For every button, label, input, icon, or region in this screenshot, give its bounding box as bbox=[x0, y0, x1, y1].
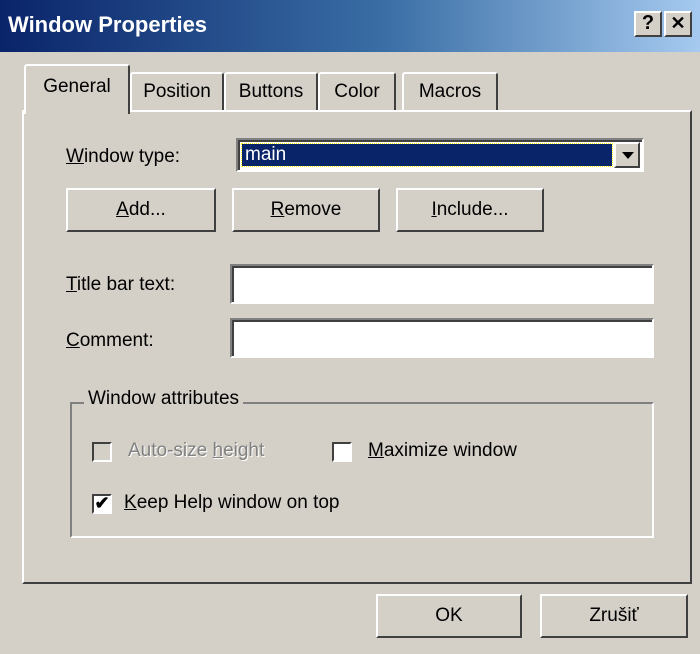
remove-button[interactable]: Remove bbox=[232, 188, 380, 232]
maximize-window-label: Maximize window bbox=[368, 440, 517, 461]
add-button[interactable]: Add... bbox=[66, 188, 216, 232]
include-button[interactable]: Include... bbox=[396, 188, 544, 232]
auto-size-height-checkbox[interactable] bbox=[92, 442, 112, 462]
chevron-down-icon[interactable] bbox=[614, 142, 640, 168]
ok-label: OK bbox=[435, 605, 463, 626]
title-bar-text-label: Title bar text: bbox=[66, 274, 176, 295]
window-type-selected-value: main bbox=[241, 143, 613, 167]
ok-button[interactable]: OK bbox=[376, 594, 522, 638]
window-type-combobox[interactable]: main bbox=[236, 138, 644, 172]
checkmark-icon: ✔ bbox=[94, 493, 110, 513]
window-attributes-group-label: Window attributes bbox=[84, 388, 244, 410]
comment-label: Comment: bbox=[66, 330, 154, 351]
window-type-label: Window type: bbox=[66, 146, 181, 167]
keep-help-on-top-checkbox[interactable]: ✔ bbox=[92, 494, 112, 514]
window-attributes-group bbox=[70, 402, 654, 538]
window-properties-dialog: Window Properties ? ✕ General Position B… bbox=[0, 0, 700, 654]
maximize-window-checkbox[interactable] bbox=[332, 442, 352, 462]
title-bar-text-input[interactable] bbox=[230, 264, 654, 304]
cancel-button[interactable]: Zrušiť bbox=[540, 594, 688, 638]
comment-input[interactable] bbox=[230, 318, 654, 358]
cancel-label: Zrušiť bbox=[589, 605, 639, 626]
auto-size-height-label: Auto-size height bbox=[128, 440, 265, 461]
panel-content: Window type: main Add... Remove Include.… bbox=[0, 0, 700, 654]
keep-help-on-top-label: Keep Help window on top bbox=[124, 492, 340, 513]
